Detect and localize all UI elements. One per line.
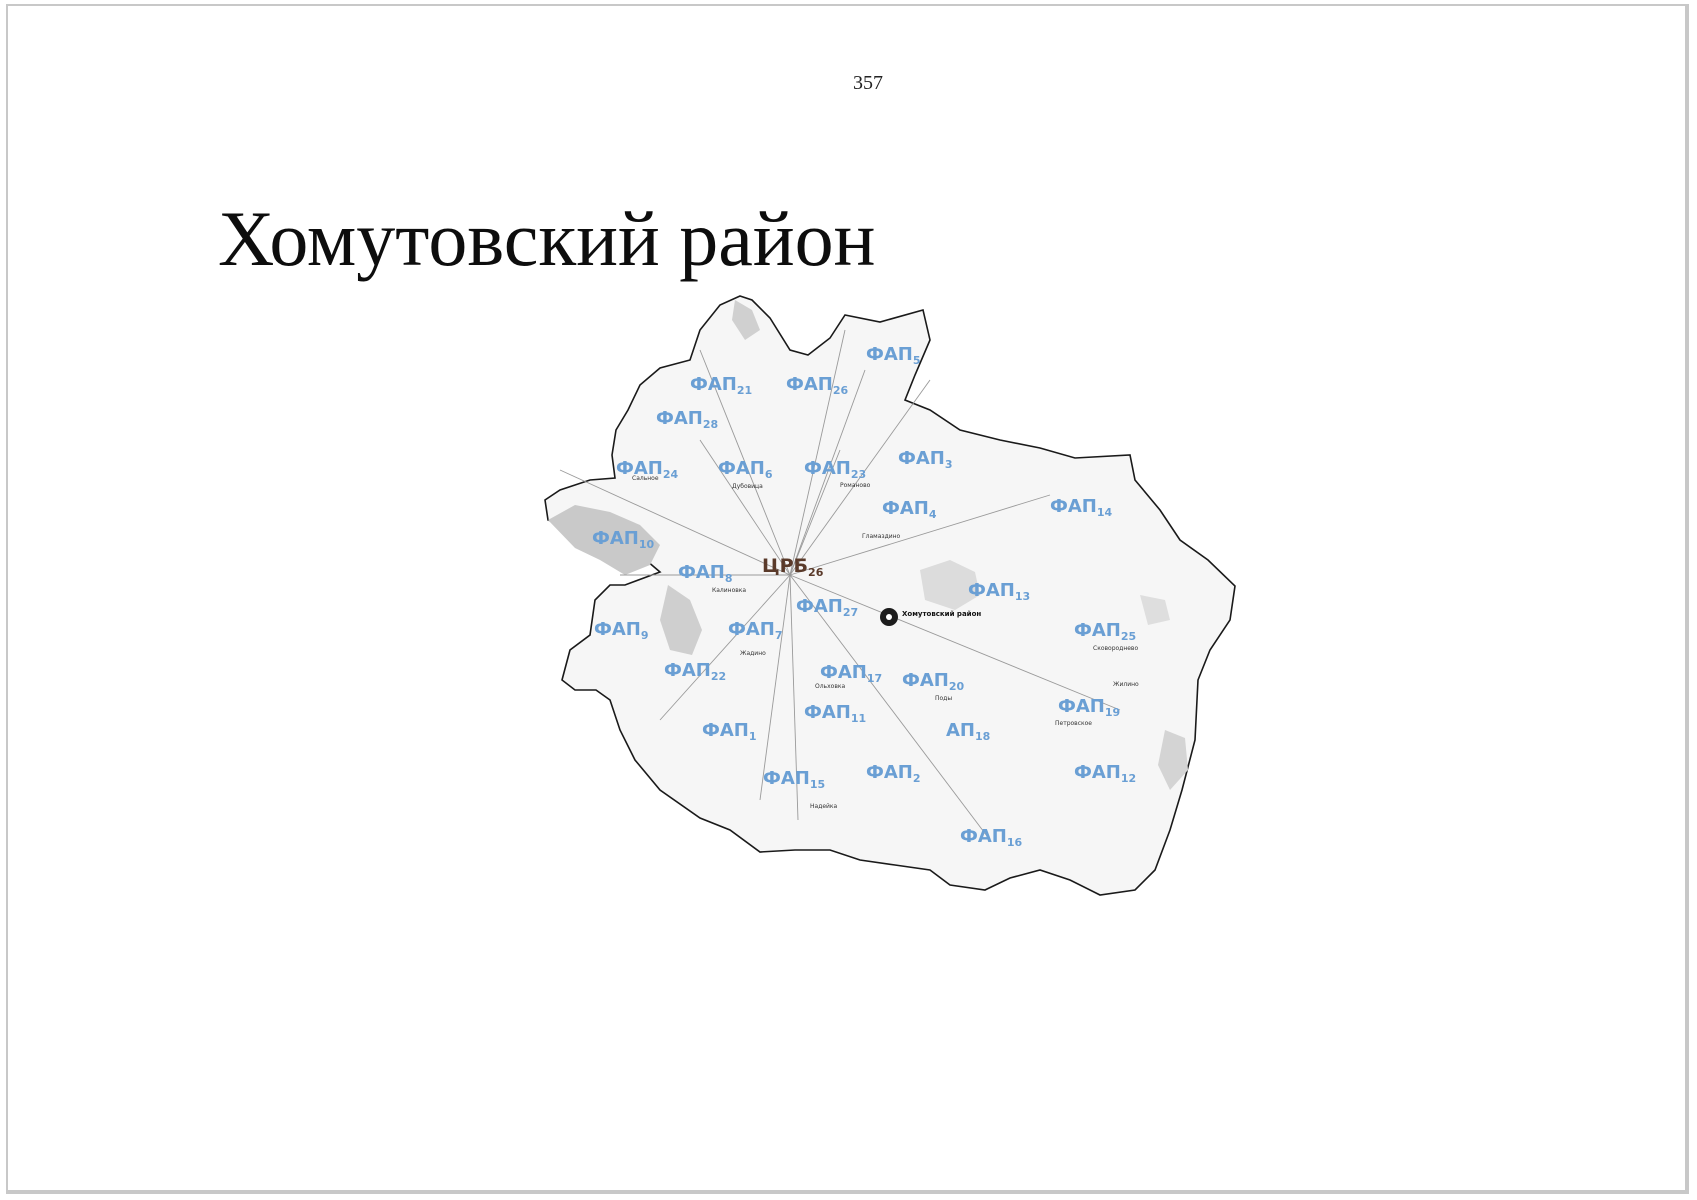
fap-label: ФАП4 xyxy=(882,498,937,521)
fap-label: ФАП5 xyxy=(866,344,921,367)
fap-label: ФАП8 xyxy=(678,562,733,585)
village-label: Ольховка xyxy=(815,683,845,690)
village-label: Надейка xyxy=(810,803,838,810)
district-center-label: Хомутовский район xyxy=(902,610,981,618)
village-label: Сковороднево xyxy=(1093,645,1138,652)
district-boundary xyxy=(544,295,1236,896)
fap-label: ФАП1 xyxy=(702,720,757,743)
village-label: Жилино xyxy=(1113,681,1139,688)
village-label: Поды xyxy=(935,695,952,702)
district-map: Дубовица Романово Калиновка Поды Ольховк… xyxy=(544,295,1236,896)
village-label: Романово xyxy=(840,482,871,489)
crb-text: ЦРБ xyxy=(762,555,808,577)
village-label: Петровское xyxy=(1055,720,1092,727)
fap-label: ФАП9 xyxy=(594,619,649,642)
village-label: Калиновка xyxy=(712,587,746,594)
village-label: Дубовица xyxy=(732,483,763,490)
fap-label: ФАП6 xyxy=(718,458,773,481)
village-label: Жадино xyxy=(740,650,766,657)
district-center-dot xyxy=(886,614,892,620)
fap-label: ФАП3 xyxy=(898,448,953,471)
crb-subscript: 26 xyxy=(808,566,824,579)
fap-label: ФАП7 xyxy=(728,619,783,642)
village-label: Гламаздино xyxy=(862,533,901,540)
fap-label: ФАП2 xyxy=(866,762,921,785)
